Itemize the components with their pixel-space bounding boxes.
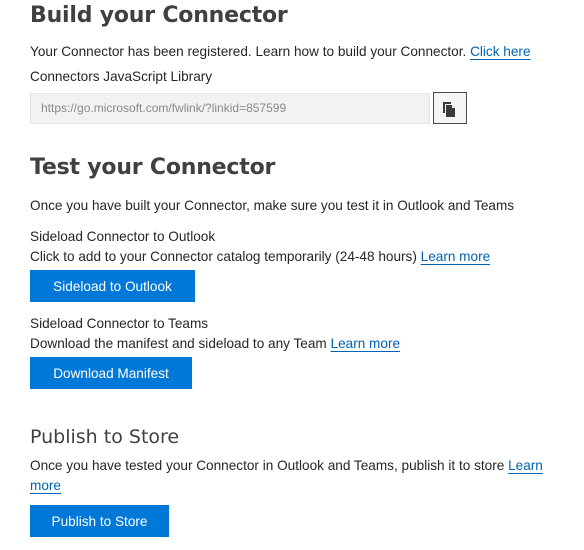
outlook-desc: Click to add to your Connector catalog t… xyxy=(30,249,417,264)
connector-page: Build your Connector Your Connector has … xyxy=(0,0,584,550)
sideload-outlook-button[interactable]: Sideload to Outlook xyxy=(30,270,195,302)
download-manifest-button[interactable]: Download Manifest xyxy=(30,357,192,389)
publish-learn-more-link-cont[interactable]: more xyxy=(30,478,61,493)
outlook-learn-more-link[interactable]: Learn more xyxy=(421,249,491,264)
copy-url-button[interactable] xyxy=(433,92,467,124)
outlook-desc-line: Click to add to your Connector catalog t… xyxy=(30,247,490,267)
publish-desc: Once you have tested your Connector in O… xyxy=(30,458,505,473)
library-label: Connectors JavaScript Library xyxy=(30,69,213,84)
teams-desc: Download the manifest and sideload to an… xyxy=(30,336,327,351)
library-url-field[interactable] xyxy=(30,92,430,124)
teams-desc-line: Download the manifest and sideload to an… xyxy=(30,334,400,354)
outlook-heading: Sideload Connector to Outlook xyxy=(30,229,216,244)
publish-to-store-button[interactable]: Publish to Store xyxy=(30,505,169,537)
publish-desc-line-2: more xyxy=(30,476,61,496)
publish-desc-line-1: Once you have tested your Connector in O… xyxy=(30,456,543,476)
teams-learn-more-link[interactable]: Learn more xyxy=(331,336,401,351)
teams-heading: Sideload Connector to Teams xyxy=(30,316,209,331)
library-url-row xyxy=(30,92,467,124)
click-here-link[interactable]: Click here xyxy=(470,44,530,59)
test-section-title: Test your Connector xyxy=(30,155,276,180)
test-intro-text: Once you have built your Connector, make… xyxy=(30,198,515,213)
registered-line: Your Connector has been registered. Lear… xyxy=(30,42,531,62)
publish-learn-more-link[interactable]: Learn xyxy=(508,458,543,473)
build-section-title: Build your Connector xyxy=(30,3,288,28)
publish-section-title: Publish to Store xyxy=(30,426,180,448)
copy-icon xyxy=(443,100,457,117)
registered-text: Your Connector has been registered. Lear… xyxy=(30,44,467,59)
